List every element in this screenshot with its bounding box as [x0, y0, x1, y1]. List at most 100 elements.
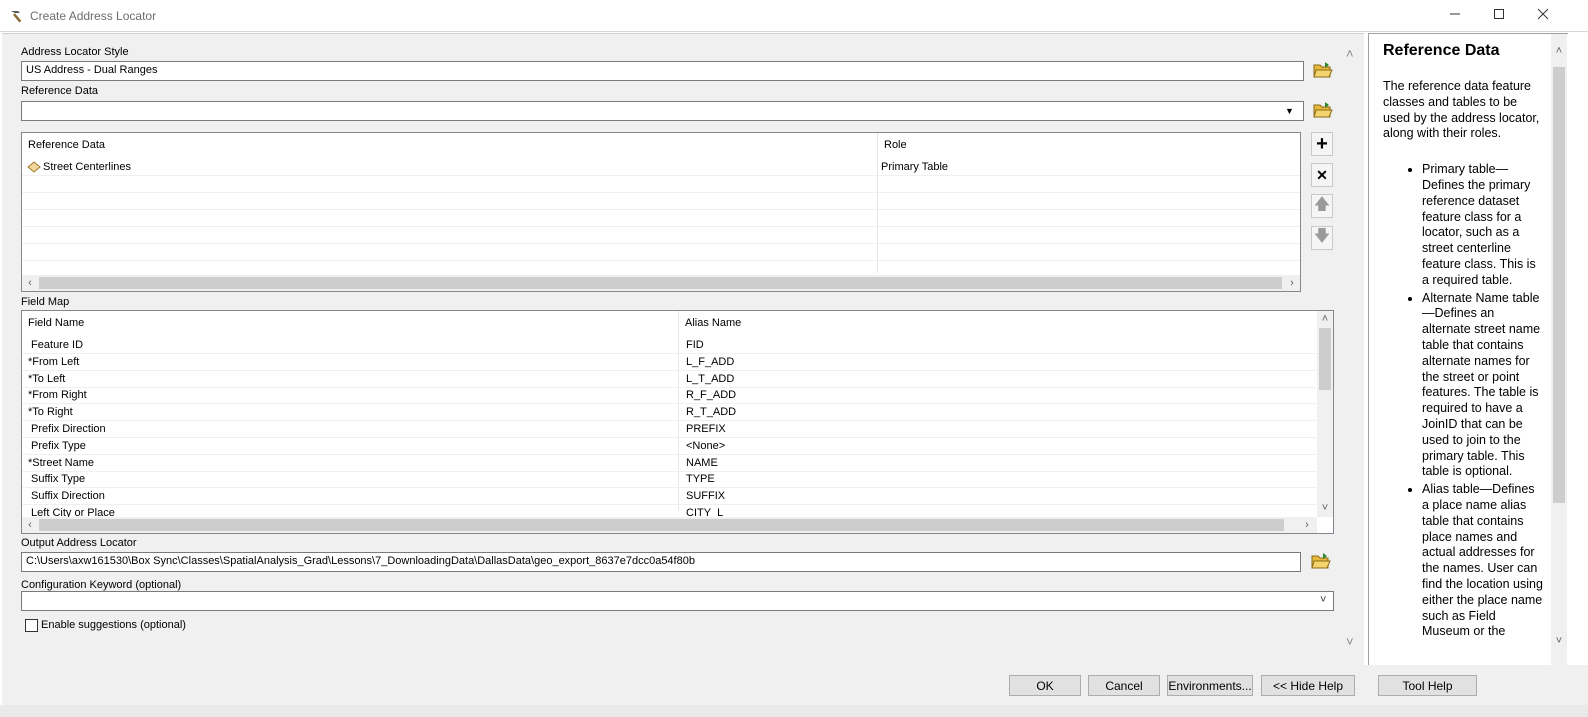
field-map-label: Field Map: [21, 296, 70, 308]
column-header-field-name[interactable]: Field Name: [22, 311, 84, 331]
browse-output-button[interactable]: [1310, 551, 1332, 573]
reference-data-cell: Street Centerlines: [43, 161, 132, 173]
minimize-button[interactable]: [1432, 0, 1478, 31]
output-locator-input[interactable]: C:\Users\axw161530\Box Sync\Classes\Spat…: [21, 552, 1301, 572]
chevron-down-icon[interactable]: ˅: [1346, 634, 1354, 649]
horizontal-scrollbar[interactable]: ‹ ›: [22, 275, 1300, 291]
chevron-down-icon[interactable]: ˅: [1317, 501, 1333, 515]
field-name-cell: Prefix Direction: [28, 423, 106, 435]
table-row[interactable]: [22, 227, 1300, 244]
chevron-down-icon[interactable]: ˅: [1320, 594, 1326, 606]
alias-name-cell[interactable]: PREFIX: [686, 421, 726, 438]
table-row[interactable]: [22, 176, 1300, 193]
alias-name-cell[interactable]: R_F_ADD: [686, 387, 736, 404]
window-title: Create Address Locator: [30, 9, 157, 23]
browse-reference-button[interactable]: [1312, 100, 1334, 122]
field-name-cell: Suffix Direction: [28, 490, 105, 503]
help-item: Alternate Name table—Defines an alternat…: [1422, 291, 1543, 481]
alias-name-cell[interactable]: L_F_ADD: [686, 354, 734, 371]
vertical-scrollbar[interactable]: ˄ ˅: [1317, 311, 1333, 517]
chevron-right-icon[interactable]: ›: [1299, 518, 1315, 532]
table-row[interactable]: Suffix Direction SUFFIX: [22, 488, 1316, 506]
table-row[interactable]: *To Right R_T_ADD: [22, 404, 1316, 422]
enable-suggestions-label[interactable]: Enable suggestions (optional): [41, 619, 186, 631]
table-row[interactable]: *From Left L_F_ADD: [22, 354, 1316, 371]
close-icon: ✕: [1316, 166, 1328, 183]
alias-name-cell[interactable]: FID: [686, 337, 704, 354]
alias-name-cell[interactable]: R_T_ADD: [686, 404, 736, 421]
add-row-button[interactable]: +: [1311, 132, 1333, 156]
reference-data-dropdown[interactable]: [21, 101, 1304, 121]
field-map-table[interactable]: Field Name Alias Name Feature ID FID *From…: [21, 310, 1334, 534]
output-locator-label: Output Address Locator: [21, 537, 137, 549]
help-list: Primary table—Defines the primary refere…: [1383, 162, 1543, 640]
table-row[interactable]: Prefix Direction PREFIX: [22, 421, 1316, 438]
environments-button[interactable]: Environments...: [1167, 675, 1253, 696]
title-bar: Create Address Locator: [0, 0, 1588, 32]
chevron-down-icon[interactable]: ▼: [1285, 106, 1294, 116]
alias-name-cell[interactable]: <None>: [686, 438, 725, 455]
hide-help-button[interactable]: << Hide Help: [1261, 675, 1355, 696]
parameters-pane: Address Locator Style US Address - Dual …: [2, 33, 1364, 665]
field-name-cell: Suffix Type: [28, 473, 86, 486]
browse-style-button[interactable]: [1312, 60, 1334, 82]
chevron-right-icon[interactable]: ›: [1284, 276, 1300, 290]
table-row[interactable]: Street Centerlines Primary Table: [22, 159, 1300, 176]
table-row[interactable]: *Street Name NAME: [22, 455, 1316, 472]
chevron-up-icon[interactable]: ˄: [1346, 46, 1354, 61]
move-down-button[interactable]: 🡇: [1311, 226, 1333, 250]
table-row[interactable]: [22, 193, 1300, 210]
scroll-thumb[interactable]: [1319, 328, 1331, 390]
close-button[interactable]: [1520, 0, 1566, 31]
background-strip: [0, 705, 1588, 717]
help-pane: Reference Data The reference data featur…: [1368, 33, 1568, 665]
alias-name-cell[interactable]: TYPE: [686, 471, 715, 488]
table-row[interactable]: [22, 210, 1300, 227]
tool-help-button[interactable]: Tool Help: [1378, 675, 1477, 696]
help-intro: The reference data feature classes and t…: [1383, 79, 1540, 141]
horizontal-scrollbar[interactable]: ‹ ›: [22, 517, 1317, 533]
enable-suggestions-checkbox[interactable]: [25, 619, 38, 632]
table-row[interactable]: [22, 244, 1300, 261]
scroll-thumb[interactable]: [1553, 67, 1565, 503]
scroll-thumb[interactable]: [39, 277, 1282, 289]
table-row[interactable]: *From Right R_F_ADD: [22, 387, 1316, 405]
role-cell: Primary Table: [881, 161, 949, 173]
cancel-button[interactable]: Cancel: [1088, 675, 1160, 696]
field-name-cell: *To Left: [28, 372, 66, 385]
chevron-left-icon[interactable]: ‹: [22, 276, 38, 290]
open-folder-icon: [1311, 552, 1331, 573]
field-name-cell: *To Right: [28, 406, 73, 419]
ok-button[interactable]: OK: [1009, 675, 1081, 696]
field-name-cell: *From Right: [28, 389, 87, 402]
help-body: The reference data feature classes and t…: [1383, 79, 1543, 642]
reference-data-table[interactable]: Reference Data Role Street Centerlines P…: [21, 132, 1301, 292]
alias-name-cell[interactable]: NAME: [686, 455, 718, 472]
field-name-cell: *From Left: [28, 355, 80, 368]
table-row[interactable]: Prefix Type <None>: [22, 438, 1316, 455]
table-row[interactable]: *To Left L_T_ADD: [22, 371, 1316, 388]
help-vertical-scrollbar[interactable]: ˄ ˅: [1551, 34, 1567, 665]
table-row[interactable]: Suffix Type TYPE: [22, 471, 1316, 489]
config-keyword-dropdown[interactable]: [21, 591, 1334, 611]
open-folder-icon: [1313, 61, 1333, 82]
chevron-down-icon[interactable]: ˅: [1551, 634, 1567, 648]
chevron-up-icon[interactable]: ˄: [1551, 44, 1567, 58]
plus-icon: +: [1316, 133, 1328, 155]
column-header-reference-data[interactable]: Reference Data: [22, 133, 105, 153]
address-locator-style-label: Address Locator Style: [21, 46, 129, 58]
table-row[interactable]: Feature ID FID: [22, 337, 1316, 354]
move-up-button[interactable]: 🡅: [1311, 194, 1333, 218]
alias-name-cell[interactable]: SUFFIX: [686, 488, 725, 505]
chevron-left-icon[interactable]: ‹: [22, 518, 38, 532]
remove-row-button[interactable]: ✕: [1311, 163, 1333, 187]
arrow-up-icon: 🡅: [1313, 195, 1331, 213]
address-locator-style-input[interactable]: US Address - Dual Ranges: [21, 61, 1304, 81]
help-title: Reference Data: [1383, 42, 1500, 59]
scroll-thumb[interactable]: [39, 519, 1284, 531]
help-item: Alias table—Defines a place name alias t…: [1422, 482, 1543, 640]
alias-name-cell[interactable]: L_T_ADD: [686, 371, 734, 388]
chevron-up-icon[interactable]: ˄: [1317, 312, 1333, 326]
maximize-button[interactable]: [1476, 0, 1522, 31]
maximize-icon: [1493, 8, 1505, 23]
